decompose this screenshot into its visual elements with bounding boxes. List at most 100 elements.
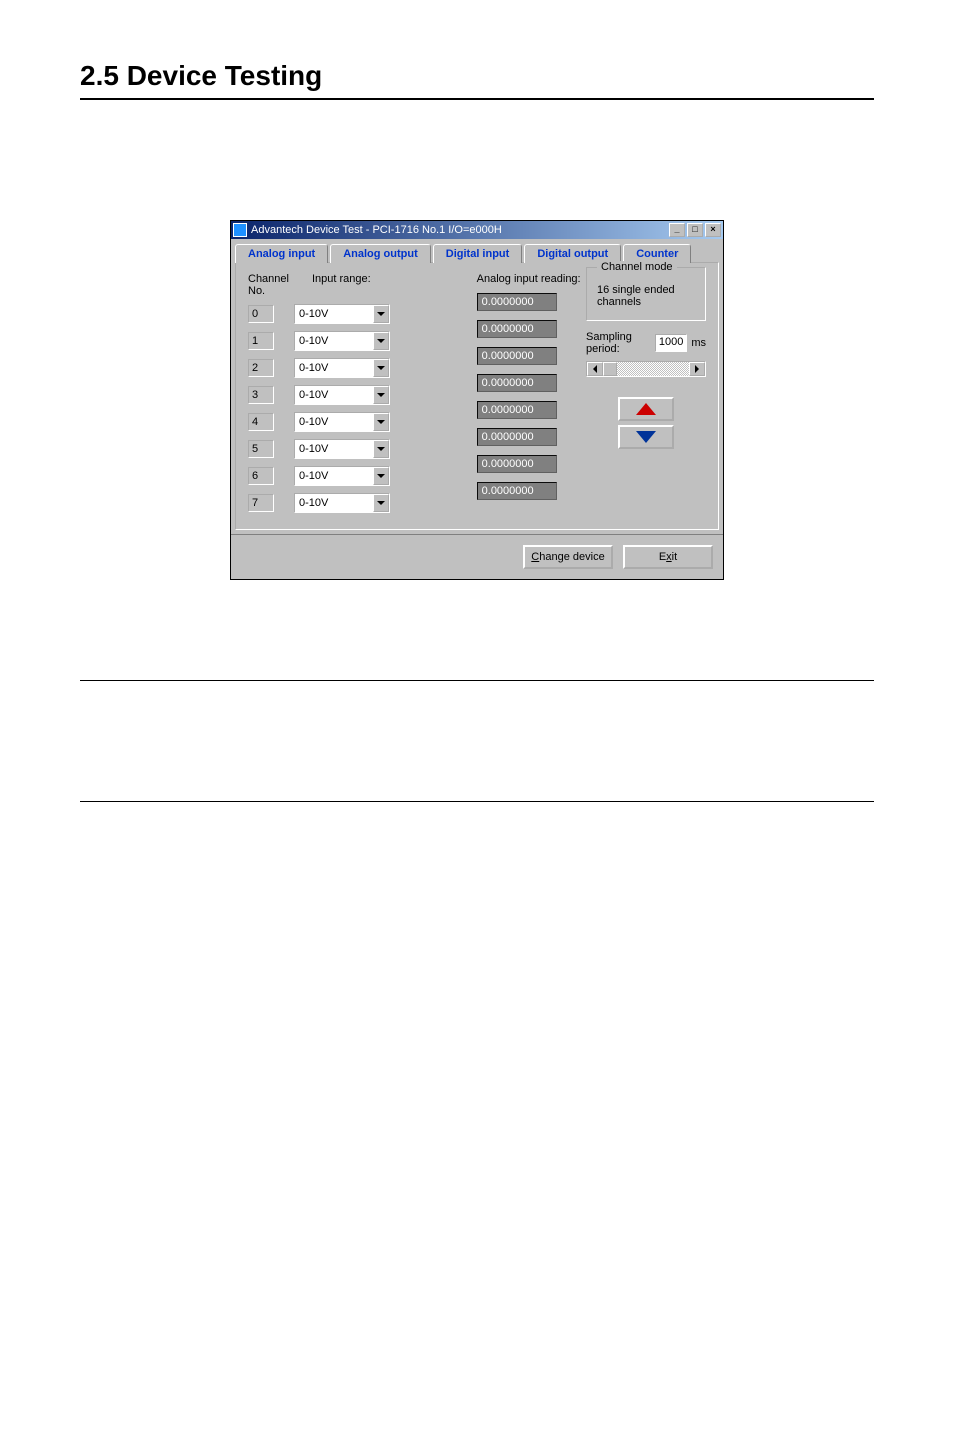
analog-reading-value: 0.0000000 — [477, 347, 557, 365]
analog-reading-value: 0.0000000 — [477, 293, 557, 311]
sampling-period-label: Sampling period: — [586, 331, 651, 355]
chevron-down-icon — [377, 501, 385, 505]
input-range-label: Input range: — [312, 273, 371, 297]
tab-bar: Analog input Analog output Digital input… — [231, 239, 723, 262]
arrow-left-icon — [593, 365, 597, 373]
reading-row: 0.0000000 — [477, 372, 586, 393]
reading-row: 0.0000000 — [477, 345, 586, 366]
page-rule-2 — [80, 801, 874, 802]
titlebar: Advantech Device Test - PCI-1716 No.1 I/… — [231, 221, 723, 239]
channel-row: 4 0-10V — [248, 411, 477, 432]
analog-reading-value: 0.0000000 — [477, 320, 557, 338]
bottom-bar: Change device Exit — [231, 534, 723, 579]
chevron-down-icon — [377, 420, 385, 424]
dropdown-button[interactable] — [373, 440, 389, 458]
reading-row: 0.0000000 — [477, 480, 586, 501]
channel-up-button[interactable] — [618, 397, 674, 421]
scrollbar-track[interactable] — [617, 362, 689, 376]
page-title: 2.5 Device Testing — [80, 60, 874, 100]
device-test-window: Advantech Device Test - PCI-1716 No.1 I/… — [230, 220, 724, 580]
dropdown-button[interactable] — [373, 386, 389, 404]
analog-reading-value: 0.0000000 — [477, 428, 557, 446]
arrow-right-icon — [695, 365, 699, 373]
analog-reading-value: 0.0000000 — [477, 401, 557, 419]
reading-row: 0.0000000 — [477, 291, 586, 312]
analog-reading-value: 0.0000000 — [477, 455, 557, 473]
input-range-select[interactable]: 0-10V — [294, 439, 390, 459]
channel-no-label: Channel No. — [248, 273, 294, 297]
input-range-value: 0-10V — [295, 497, 373, 509]
input-range-select[interactable]: 0-10V — [294, 304, 390, 324]
input-range-select[interactable]: 0-10V — [294, 466, 390, 486]
channel-number-field: 3 — [248, 386, 274, 404]
chevron-down-icon — [377, 339, 385, 343]
tab-analog-input[interactable]: Analog input — [235, 244, 328, 263]
channel-number-field: 0 — [248, 305, 274, 323]
channel-number-field: 7 — [248, 494, 274, 512]
channel-number-field: 2 — [248, 359, 274, 377]
dropdown-button[interactable] — [373, 305, 389, 323]
input-range-select[interactable]: 0-10V — [294, 493, 390, 513]
maximize-button[interactable]: □ — [687, 223, 703, 237]
channel-mode-caption: Channel mode — [597, 261, 677, 273]
dropdown-button[interactable] — [373, 359, 389, 377]
analog-reading-value: 0.0000000 — [477, 374, 557, 392]
input-range-value: 0-10V — [295, 443, 373, 455]
reading-row: 0.0000000 — [477, 426, 586, 447]
input-range-value: 0-10V — [295, 335, 373, 347]
reading-row: 0.0000000 — [477, 318, 586, 339]
scrollbar-left-button[interactable] — [587, 362, 603, 376]
triangle-down-icon — [636, 431, 656, 443]
tab-digital-input[interactable]: Digital input — [433, 244, 523, 263]
analog-reading-value: 0.0000000 — [477, 482, 557, 500]
app-icon — [233, 223, 247, 237]
sampling-period-input[interactable]: 1000 — [655, 334, 687, 352]
triangle-up-icon — [636, 403, 656, 415]
chevron-down-icon — [377, 312, 385, 316]
input-range-value: 0-10V — [295, 470, 373, 482]
channel-row: 1 0-10V — [248, 330, 477, 351]
input-range-select[interactable]: 0-10V — [294, 385, 390, 405]
channel-mode-text: 16 single ended channels — [597, 284, 695, 308]
input-range-select[interactable]: 0-10V — [294, 358, 390, 378]
dropdown-button[interactable] — [373, 467, 389, 485]
input-range-select[interactable]: 0-10V — [294, 331, 390, 351]
channel-row: 7 0-10V — [248, 492, 477, 513]
input-range-value: 0-10V — [295, 362, 373, 374]
dropdown-button[interactable] — [373, 332, 389, 350]
channel-number-field: 4 — [248, 413, 274, 431]
channel-down-button[interactable] — [618, 425, 674, 449]
channel-number-field: 5 — [248, 440, 274, 458]
channel-number-field: 1 — [248, 332, 274, 350]
chevron-down-icon — [377, 447, 385, 451]
channel-number-field: 6 — [248, 467, 274, 485]
page-rule — [80, 680, 874, 681]
scrollbar-right-button[interactable] — [689, 362, 705, 376]
channel-row: 2 0-10V — [248, 357, 477, 378]
reading-row: 0.0000000 — [477, 453, 586, 474]
minimize-button[interactable]: _ — [669, 223, 685, 237]
scrollbar-thumb[interactable] — [603, 362, 617, 376]
tab-content: Channel No. Input range: 0 0-10V 1 0-10V 2 0-… — [235, 262, 719, 530]
dropdown-button[interactable] — [373, 413, 389, 431]
channel-row: 0 0-10V — [248, 303, 477, 324]
sampling-scrollbar[interactable] — [586, 361, 706, 377]
chevron-down-icon — [377, 474, 385, 478]
reading-label: Analog input reading: — [477, 273, 586, 285]
channel-row: 5 0-10V — [248, 438, 477, 459]
exit-button[interactable]: Exit — [623, 545, 713, 569]
close-button[interactable]: × — [705, 223, 721, 237]
input-range-value: 0-10V — [295, 416, 373, 428]
channel-row: 6 0-10V — [248, 465, 477, 486]
dropdown-button[interactable] — [373, 494, 389, 512]
input-range-select[interactable]: 0-10V — [294, 412, 390, 432]
window-title: Advantech Device Test - PCI-1716 No.1 I/… — [251, 224, 669, 236]
channel-row: 3 0-10V — [248, 384, 477, 405]
sampling-period-unit: ms — [691, 337, 706, 349]
channel-mode-group: Channel mode 16 single ended channels — [586, 267, 706, 321]
chevron-down-icon — [377, 393, 385, 397]
chevron-down-icon — [377, 366, 385, 370]
tab-analog-output[interactable]: Analog output — [330, 244, 431, 263]
input-range-value: 0-10V — [295, 308, 373, 320]
change-device-button[interactable]: Change device — [523, 545, 613, 569]
